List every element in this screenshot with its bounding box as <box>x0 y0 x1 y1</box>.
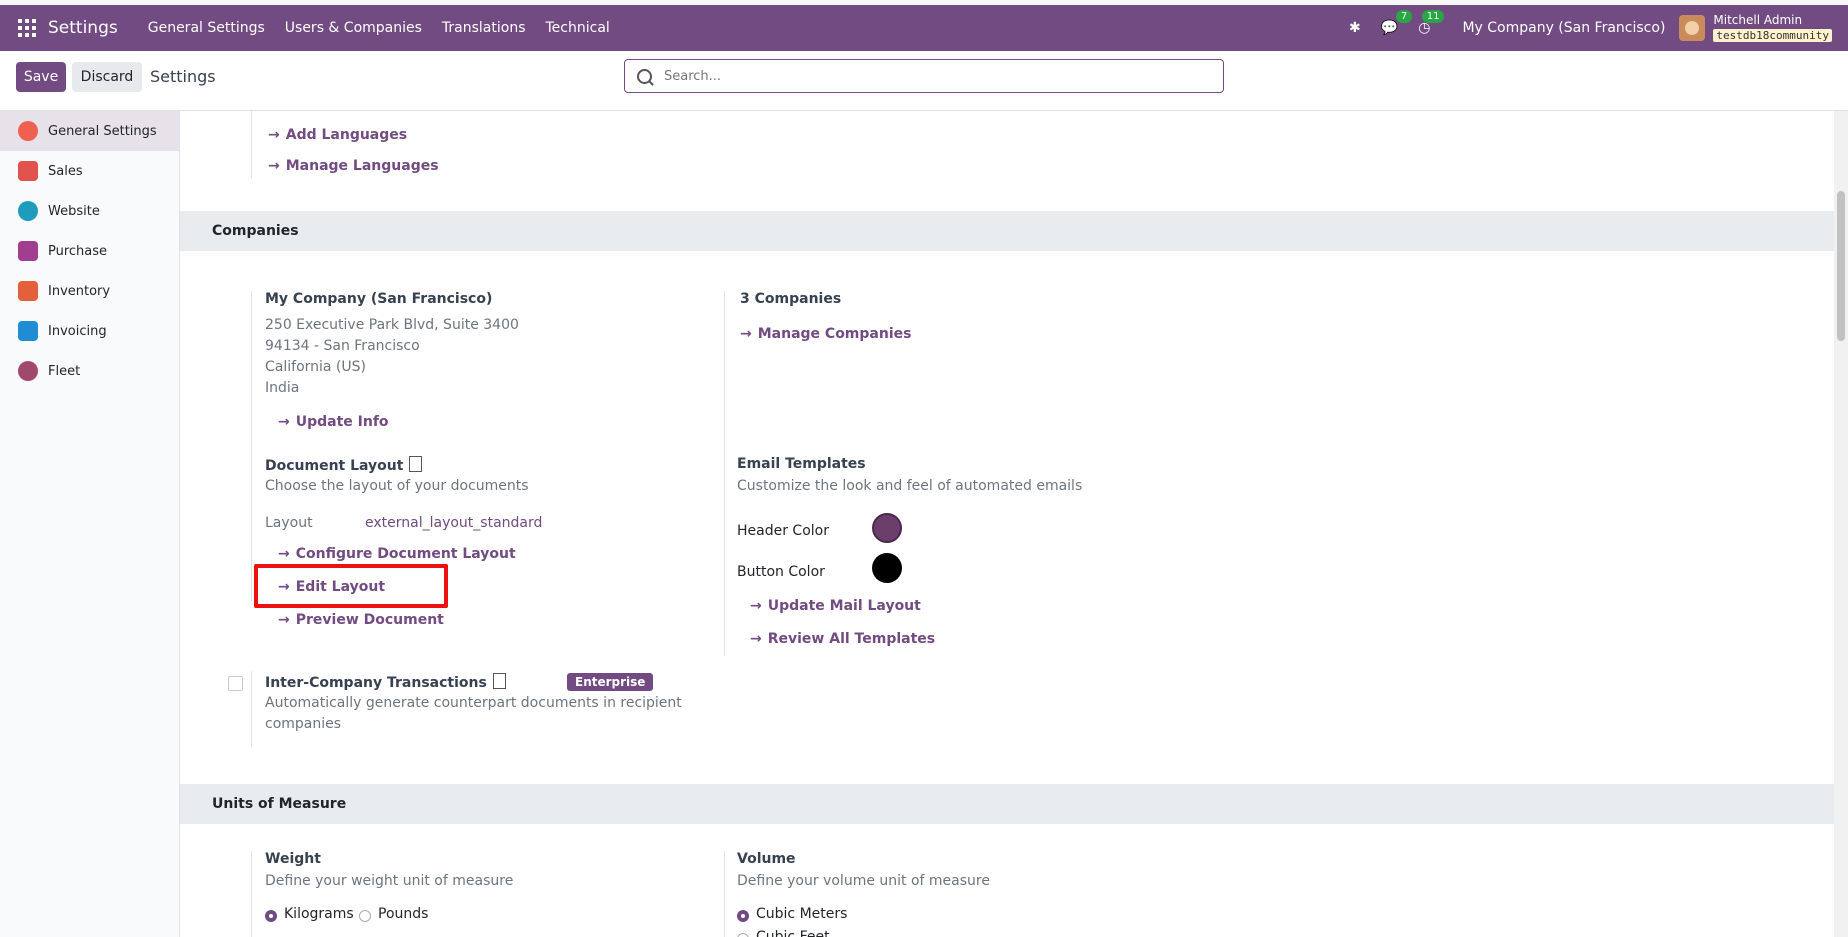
cubic-meters-label[interactable]: Cubic Meters <box>756 906 847 922</box>
general-settings-icon <box>18 121 38 141</box>
document-layout-description: Choose the layout of your documents <box>265 478 529 494</box>
inventory-icon <box>18 281 38 301</box>
button-color-label: Button Color <box>737 564 825 580</box>
layout-value[interactable]: external_layout_standard <box>365 515 542 531</box>
sidebar-item-website[interactable]: Website <box>0 191 179 231</box>
save-button[interactable]: Save <box>16 62 66 92</box>
companies-count: 3 Companies <box>740 291 842 307</box>
preview-document-link[interactable]: → Preview Document <box>278 612 444 628</box>
search-box[interactable] <box>624 59 1224 93</box>
menu-general-settings[interactable]: General Settings <box>138 20 275 36</box>
sidebar-item-label: Website <box>48 203 100 219</box>
volume-title: Volume <box>737 851 796 867</box>
scrollbar-thumb[interactable] <box>1837 191 1845 341</box>
messages-icon[interactable]: 💬 7 <box>1381 10 1413 36</box>
scrollbar[interactable] <box>1834 111 1848 937</box>
intercompany-description: companies <box>265 716 342 732</box>
website-icon <box>18 201 38 221</box>
sidebar-item-purchase[interactable]: Purchase <box>0 231 179 271</box>
header-color-label: Header Color <box>737 523 829 539</box>
volume-description: Define your volume unit of measure <box>737 873 990 889</box>
systray: ✱ 💬 7 ◷ 11 My Company (San Francisco) Mitc… <box>1339 5 1848 51</box>
menu-technical[interactable]: Technical <box>536 20 620 36</box>
manage-companies-link[interactable]: → Manage Companies <box>740 326 911 342</box>
company-address-line: 94134 - San Francisco <box>265 338 420 354</box>
sidebar-item-label: Sales <box>48 163 83 179</box>
intercompany-description: Automatically generate counterpart docum… <box>265 695 682 711</box>
discard-button[interactable]: Discard <box>72 62 142 92</box>
cubic-meters-radio[interactable] <box>737 910 749 922</box>
sidebar-item-label: Invoicing <box>48 323 107 339</box>
sidebar-item-sales[interactable]: Sales <box>0 151 179 191</box>
messages-badge: 7 <box>1395 10 1413 23</box>
review-all-templates-link[interactable]: → Review All Templates <box>750 631 935 647</box>
enterprise-badge: Enterprise <box>567 673 654 691</box>
add-languages-link[interactable]: → Add Languages <box>268 127 407 143</box>
user-name: Mitchell Admin <box>1713 13 1803 27</box>
intercompany-checkbox[interactable] <box>228 676 243 691</box>
sidebar-item-label: Purchase <box>48 243 108 259</box>
kilograms-label[interactable]: Kilograms <box>284 906 354 922</box>
sidebar-item-label: Inventory <box>48 283 111 299</box>
breadcrumb: Settings <box>150 67 216 86</box>
menu-users-companies[interactable]: Users & Companies <box>275 20 432 36</box>
app-brand[interactable]: Settings <box>48 18 118 38</box>
settings-sidebar: General Settings Sales Website Purchase … <box>0 111 180 937</box>
menu-translations[interactable]: Translations <box>432 20 536 36</box>
sidebar-item-inventory[interactable]: Inventory <box>0 271 179 311</box>
invoicing-icon <box>18 321 38 341</box>
update-mail-layout-link[interactable]: → Update Mail Layout <box>750 598 921 614</box>
apps-menu-icon[interactable] <box>18 19 36 37</box>
email-templates-title: Email Templates <box>737 456 866 472</box>
sidebar-item-label: Fleet <box>48 363 81 379</box>
debug-bug-icon[interactable]: ✱ <box>1349 20 1361 36</box>
company-address-line: 250 Executive Park Blvd, Suite 3400 <box>265 317 519 333</box>
button-color-swatch[interactable] <box>872 553 902 583</box>
fleet-icon <box>18 361 38 381</box>
document-layout-title: Document Layout <box>265 456 423 474</box>
building-icon <box>492 673 506 689</box>
sidebar-item-fleet[interactable]: Fleet <box>0 351 179 391</box>
intercompany-title: Inter-Company Transactions <box>265 673 506 691</box>
configure-document-layout-link[interactable]: → Configure Document Layout <box>278 546 516 562</box>
cubic-feet-radio[interactable] <box>737 933 749 937</box>
cubic-feet-label[interactable]: Cubic Feet <box>756 929 830 937</box>
email-templates-description: Customize the look and feel of automated… <box>737 478 1083 494</box>
search-input[interactable] <box>662 67 1206 85</box>
user-menu[interactable]: Mitchell Admin testdb18community <box>1713 13 1832 43</box>
search-icon <box>637 68 652 84</box>
purchase-icon <box>18 241 38 261</box>
edit-layout-highlight <box>254 564 448 608</box>
building-icon <box>409 456 423 472</box>
header-color-swatch[interactable] <box>872 513 902 543</box>
sidebar-item-general-settings[interactable]: General Settings <box>0 111 179 151</box>
weight-title: Weight <box>265 851 321 867</box>
update-info-link[interactable]: → Update Info <box>278 414 389 430</box>
sidebar-item-label: General Settings <box>48 123 157 139</box>
companies-section-header: Companies <box>180 211 1834 251</box>
company-address-line: India <box>265 380 300 396</box>
company-address-line: California (US) <box>265 359 366 375</box>
sidebar-item-invoicing[interactable]: Invoicing <box>0 311 179 351</box>
manage-languages-link[interactable]: → Manage Languages <box>268 158 439 174</box>
layout-label: Layout <box>265 515 313 531</box>
database-name: testdb18community <box>1713 29 1832 42</box>
units-of-measure-section-header: Units of Measure <box>180 784 1834 824</box>
avatar[interactable] <box>1679 15 1706 41</box>
control-panel: Save Discard Settings <box>0 51 1848 111</box>
company-switcher[interactable]: My Company (San Francisco) <box>1462 20 1665 36</box>
weight-description: Define your weight unit of measure <box>265 873 514 889</box>
top-navbar: Settings General Settings Users & Compan… <box>0 0 1848 51</box>
sales-icon <box>18 161 38 181</box>
top-menu: General Settings Users & Companies Trans… <box>138 20 620 36</box>
company-name: My Company (San Francisco) <box>265 291 493 307</box>
activities-badge: 11 <box>1421 10 1445 23</box>
pounds-label[interactable]: Pounds <box>378 906 428 922</box>
kilograms-radio[interactable] <box>265 910 277 922</box>
pounds-radio[interactable] <box>359 910 371 922</box>
settings-content: → Add Languages → Manage Languages Compani… <box>180 111 1834 937</box>
activities-clock-icon[interactable]: ◷ 11 <box>1418 10 1445 36</box>
